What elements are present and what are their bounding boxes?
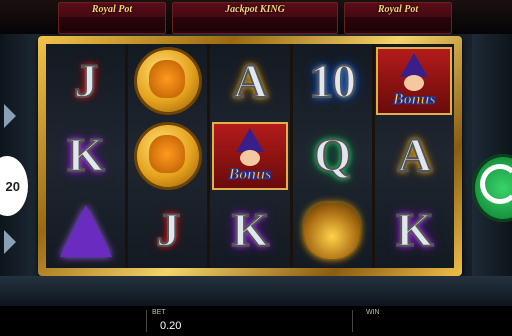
bonus-symbol: Bonus	[376, 47, 453, 116]
bottom-bar: BET 0.20 WIN	[0, 306, 512, 336]
jackpot-label: Jackpot KING	[225, 4, 285, 15]
lines-button[interactable]: 20	[0, 156, 28, 216]
reel-cell: A	[375, 119, 454, 194]
reel-frame: J K J A Bonus K 10 Q Bonus A K	[38, 36, 462, 276]
floor-decoration	[0, 276, 512, 306]
jackpot-royal-pot-left: Royal Pot	[58, 2, 166, 34]
reel-cell: 10	[293, 44, 372, 119]
left-panel: 20	[0, 34, 40, 294]
reel-cell: Q	[293, 119, 372, 194]
divider	[146, 310, 147, 332]
gold-sack-icon	[304, 202, 361, 259]
spin-button[interactable]	[472, 154, 512, 222]
symbol-k: K	[66, 128, 105, 183]
bonus-symbol: Bonus	[211, 121, 288, 190]
reel-2: J	[128, 44, 208, 268]
reel-5: Bonus A K	[374, 44, 454, 268]
jackpot-value-box	[173, 17, 337, 31]
wizard-hat-icon	[59, 204, 112, 257]
right-panel	[472, 34, 512, 294]
reel-cell	[293, 193, 372, 268]
jackpot-value-box	[59, 17, 165, 31]
symbol-10: 10	[308, 54, 357, 109]
reel-cell	[128, 44, 207, 119]
reel-cell: K	[210, 193, 289, 268]
jackpot-royal-pot-right: Royal Pot	[344, 2, 452, 34]
payline-marker-icon	[4, 104, 16, 128]
jackpot-bar: Royal Pot Jackpot KING Royal Pot	[0, 0, 512, 34]
reel-cell	[46, 193, 125, 268]
symbol-j: J	[155, 203, 181, 258]
bonus-text: Bonus	[228, 165, 272, 183]
reel-cell: Bonus	[210, 119, 289, 194]
symbol-k: K	[395, 203, 434, 258]
jackpot-label: Royal Pot	[377, 4, 419, 15]
jackpot-value-box	[345, 17, 451, 31]
reels-grid: J K J A Bonus K 10 Q Bonus A K	[46, 44, 454, 268]
wizard-coin-icon	[133, 47, 202, 116]
reel-cell: J	[46, 44, 125, 119]
reel-cell: J	[128, 193, 207, 268]
reel-4: 10 Q	[292, 44, 372, 268]
bonus-text: Bonus	[393, 91, 437, 109]
reel-cell: Bonus	[375, 44, 454, 119]
symbol-j: J	[73, 54, 99, 109]
jackpot-king: Jackpot KING	[172, 2, 338, 34]
bet-label: BET	[152, 309, 166, 316]
payline-marker-icon	[4, 230, 16, 254]
bet-value[interactable]: 0.20	[160, 320, 181, 332]
reel-3: A Bonus K	[210, 44, 290, 268]
reel-1: JK	[46, 44, 126, 268]
spin-icon	[480, 164, 512, 204]
lines-value: 20	[5, 178, 20, 194]
symbol-a: A	[232, 54, 269, 109]
reel-cell: K	[375, 193, 454, 268]
reel-cell: K	[46, 119, 125, 194]
win-label: WIN	[366, 309, 380, 316]
reel-cell	[128, 119, 207, 194]
reel-cell: A	[210, 44, 289, 119]
symbol-k: K	[231, 203, 270, 258]
jackpot-label: Royal Pot	[91, 4, 133, 15]
divider	[352, 310, 353, 332]
wizard-coin-icon	[133, 121, 202, 190]
symbol-a: A	[397, 128, 434, 183]
symbol-q: Q	[313, 128, 352, 183]
